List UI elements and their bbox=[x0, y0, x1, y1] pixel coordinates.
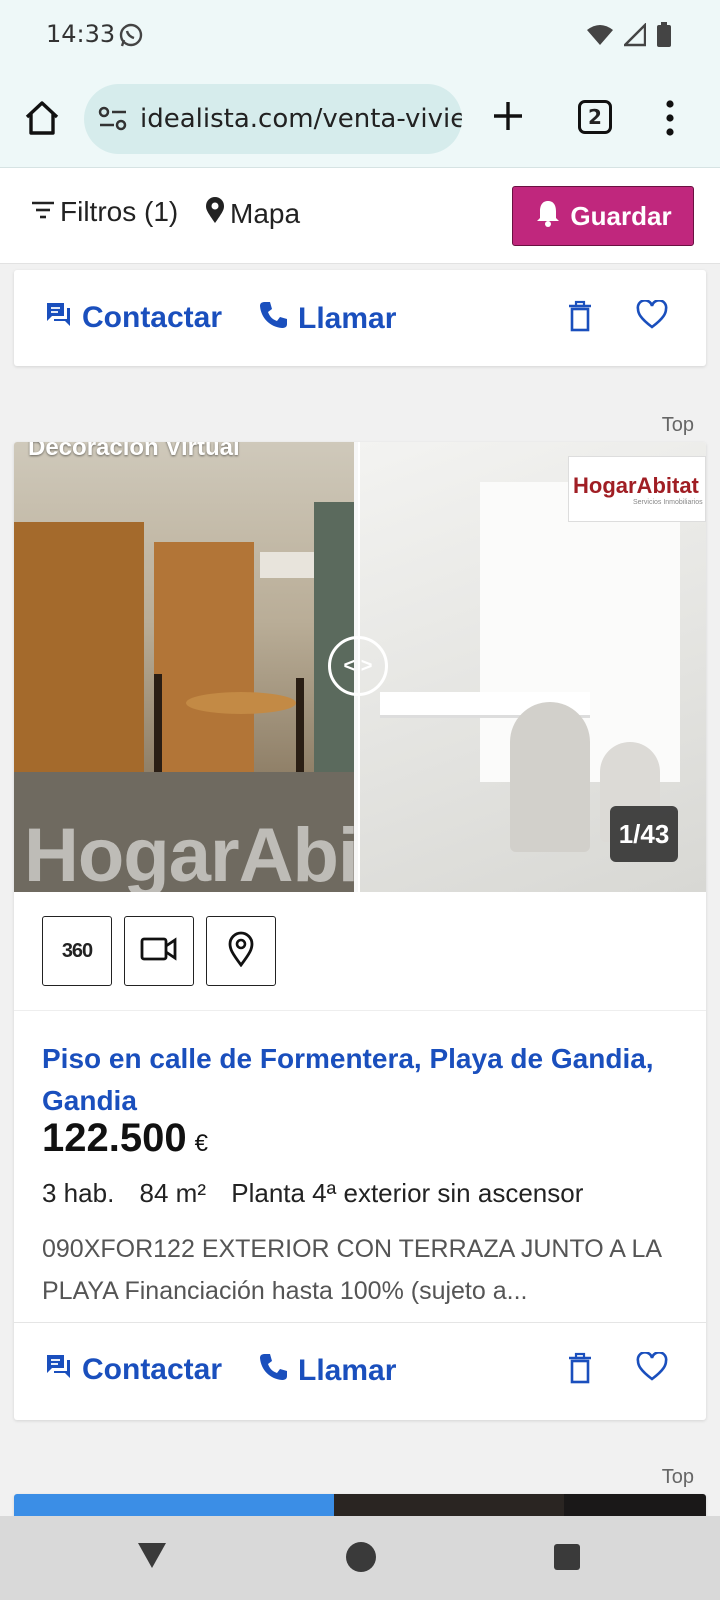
price-currency: € bbox=[194, 1130, 208, 1157]
map-label: Mapa bbox=[230, 197, 301, 229]
agency-logo-text: HogarAbitat bbox=[573, 473, 699, 498]
recents-icon[interactable] bbox=[554, 1544, 580, 1570]
back-icon[interactable] bbox=[136, 1540, 168, 1575]
tune-icon[interactable] bbox=[98, 106, 128, 137]
top-label: Top bbox=[661, 1466, 694, 1488]
360-icon: 360 bbox=[61, 939, 93, 962]
listing-price: 122.500 € bbox=[42, 1116, 208, 1161]
home-icon[interactable] bbox=[22, 98, 62, 138]
url-bar[interactable]: idealista.com/venta-vivie bbox=[84, 84, 462, 154]
rooms: 3 hab. bbox=[42, 1178, 115, 1208]
video-icon bbox=[140, 936, 178, 967]
chat-icon bbox=[44, 300, 72, 336]
filter-icon bbox=[30, 196, 56, 228]
trash-icon[interactable] bbox=[566, 1352, 594, 1389]
virtual-decoration-label: Decoración Virtual bbox=[28, 442, 240, 461]
contact-label: Contactar bbox=[82, 1353, 223, 1386]
tab-count-button[interactable]: 2 bbox=[578, 100, 612, 134]
agency-logo[interactable]: HogarAbitat Servicios Inmobiliarios bbox=[568, 456, 706, 522]
card-actions: Contactar Llamar bbox=[14, 1322, 706, 1418]
contact-button[interactable]: Contactar bbox=[44, 300, 222, 336]
status-time: 14:33 bbox=[46, 20, 116, 48]
phone-icon bbox=[258, 1352, 288, 1390]
save-label: Guardar bbox=[570, 200, 672, 231]
phone-icon bbox=[258, 300, 288, 338]
signal-icon bbox=[622, 22, 647, 52]
trash-icon[interactable] bbox=[566, 300, 594, 337]
agency-logo-subtitle: Servicios Inmobiliarios bbox=[633, 499, 703, 506]
call-button[interactable]: Llamar bbox=[258, 300, 396, 338]
listing-card-previous: Contactar Llamar bbox=[14, 270, 706, 366]
card-actions: Contactar Llamar bbox=[14, 270, 706, 366]
listing-photo[interactable]: < > Decoración Virtual HogarAbi HogarAbi… bbox=[14, 442, 706, 892]
whatsapp-icon bbox=[118, 22, 144, 53]
heart-icon[interactable] bbox=[636, 1351, 668, 1387]
location-icon bbox=[227, 931, 255, 972]
save-search-button[interactable]: Guardar bbox=[512, 186, 694, 246]
listing-details: 3 hab. 84 m² Planta 4ª exterior sin asce… bbox=[42, 1178, 601, 1209]
battery-icon bbox=[656, 22, 672, 53]
top-label: Top bbox=[661, 414, 694, 436]
bell-icon bbox=[534, 198, 562, 235]
price-value: 122.500 bbox=[42, 1116, 187, 1160]
listing-description[interactable]: 090XFOR122 EXTERIOR CON TERRAZA JUNTO A … bbox=[42, 1228, 672, 1312]
photo-counter: 1/43 bbox=[610, 806, 678, 862]
virtual-tour-button[interactable]: 360 bbox=[42, 916, 112, 986]
heart-icon[interactable] bbox=[636, 299, 668, 335]
video-button[interactable] bbox=[124, 916, 194, 986]
filters-button[interactable]: Filtros (1) bbox=[30, 196, 178, 228]
divider bbox=[14, 1010, 706, 1011]
status-icons bbox=[586, 22, 672, 53]
wifi-icon bbox=[586, 23, 614, 52]
listing-title[interactable]: Piso en calle de Formentera, Playa de Ga… bbox=[42, 1038, 682, 1122]
filter-bar: Filtros (1) Mapa Guardar bbox=[0, 168, 720, 264]
system-nav-bar bbox=[0, 1516, 720, 1600]
location-button[interactable] bbox=[206, 916, 276, 986]
floor: Planta 4ª exterior sin ascensor bbox=[231, 1178, 584, 1208]
listing-card[interactable]: < > Decoración Virtual HogarAbi HogarAbi… bbox=[14, 442, 706, 1420]
map-button[interactable]: Mapa bbox=[204, 196, 300, 231]
more-vert-icon[interactable] bbox=[664, 98, 676, 138]
call-label: Llamar bbox=[298, 1354, 397, 1387]
contact-button[interactable]: Contactar bbox=[44, 1352, 222, 1388]
url-text[interactable]: idealista.com/venta-vivie bbox=[140, 104, 462, 134]
call-button[interactable]: Llamar bbox=[258, 1352, 396, 1390]
plus-icon[interactable] bbox=[488, 96, 528, 136]
chat-icon bbox=[44, 1352, 72, 1388]
call-label: Llamar bbox=[298, 302, 397, 335]
area: 84 m² bbox=[139, 1178, 206, 1208]
map-pin-icon bbox=[204, 196, 226, 231]
home-nav-icon[interactable] bbox=[346, 1542, 376, 1572]
browser-toolbar: idealista.com/venta-vivie 2 bbox=[0, 72, 720, 168]
status-bar: 14:33 bbox=[0, 0, 720, 72]
contact-label: Contactar bbox=[82, 301, 223, 334]
agency-watermark: HogarAbi bbox=[24, 813, 359, 892]
compare-handle[interactable]: < > bbox=[328, 636, 388, 696]
filters-label: Filtros (1) bbox=[60, 196, 179, 227]
